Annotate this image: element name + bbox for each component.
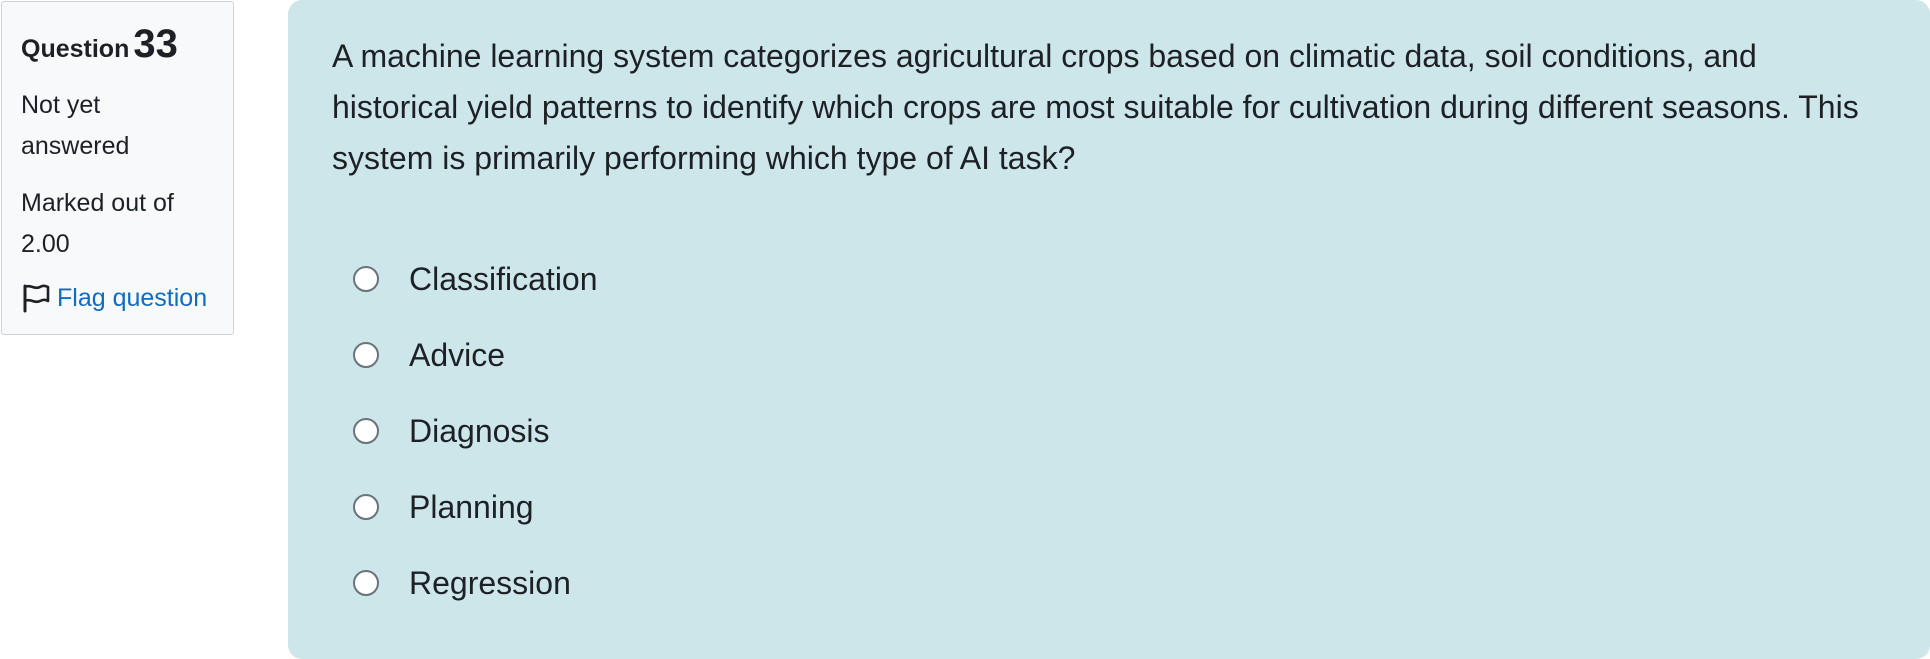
- question-number-heading: Question 33: [21, 20, 215, 73]
- question-grade: Marked out of 2.00: [21, 189, 174, 258]
- radio-button[interactable]: [353, 418, 379, 444]
- flag-question-link[interactable]: Flag question: [21, 283, 215, 313]
- radio-button[interactable]: [353, 570, 379, 596]
- quiz-page: Question 33 Not yet answered Marked out o…: [0, 0, 1930, 659]
- answer-option-advice[interactable]: Advice: [332, 317, 1890, 393]
- answer-label: Classification: [409, 260, 598, 297]
- flag-question-label: Flag question: [57, 283, 208, 312]
- question-label: Question: [21, 35, 130, 63]
- radio-button[interactable]: [353, 266, 379, 292]
- answer-option-regression[interactable]: Regression: [332, 545, 1890, 621]
- answer-label: Regression: [409, 564, 571, 601]
- answer-list: Classification Advice Diagnosis Planning…: [332, 241, 1890, 621]
- answer-option-classification[interactable]: Classification: [332, 241, 1890, 317]
- flag-icon: [21, 283, 51, 313]
- answer-option-diagnosis[interactable]: Diagnosis: [332, 393, 1890, 469]
- question-info: Question 33 Not yet answered Marked out o…: [1, 1, 234, 335]
- question-state: Not yet answered: [21, 91, 130, 160]
- question-content: A machine learning system categorizes ag…: [288, 0, 1930, 659]
- question-number: 33: [133, 22, 178, 66]
- radio-button[interactable]: [353, 494, 379, 520]
- answer-label: Advice: [409, 336, 506, 373]
- answer-label: Planning: [409, 488, 534, 525]
- radio-button[interactable]: [353, 342, 379, 368]
- answer-option-planning[interactable]: Planning: [332, 469, 1890, 545]
- answer-label: Diagnosis: [409, 412, 550, 449]
- question-text: A machine learning system categorizes ag…: [332, 38, 1859, 176]
